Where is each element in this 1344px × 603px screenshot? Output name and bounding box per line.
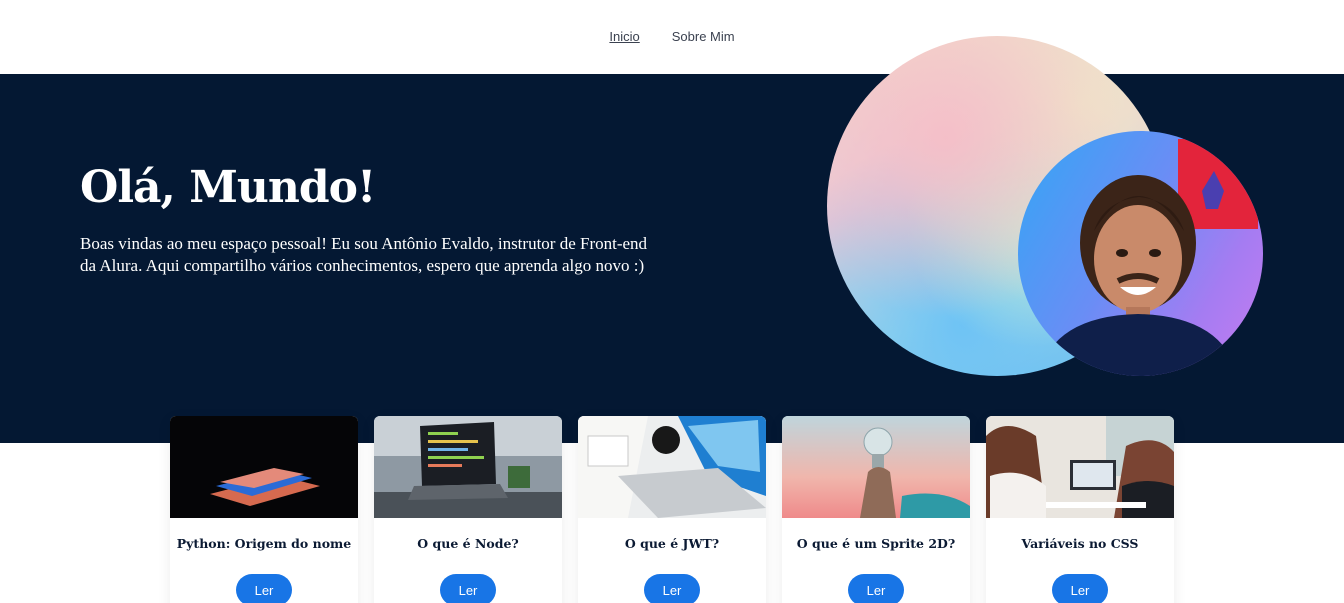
profile-photo-illustration [1038,139,1258,376]
laptop-dark-image [170,416,358,518]
hero-description: Boas vindas ao meu espaço pessoal! Eu so… [80,234,648,275]
card-title: O que é JWT? [624,536,720,551]
card-title: O que é Node? [417,536,519,551]
code-laptop-image [374,416,562,518]
article-card: Variáveis no CSS Ler [986,416,1174,603]
nav-link-inicio[interactable]: Inicio [609,29,639,44]
nav-link-sobre-mim[interactable]: Sobre Mim [672,29,735,44]
read-button[interactable]: Ler [440,574,496,603]
article-card: O que é um Sprite 2D? Ler [782,416,970,603]
profile-photo [1018,131,1263,376]
lightbulb-image [782,416,970,518]
people-laptop-image [986,416,1174,518]
desk-laptop-image [578,416,766,518]
article-card: O que é Node? Ler [374,416,562,603]
card-title: Variáveis no CSS [1021,536,1139,551]
read-button[interactable]: Ler [1052,574,1108,603]
top-nav: Inicio Sobre Mim [0,0,1344,74]
article-card: O que é JWT? Ler [578,416,766,603]
card-title: Python: Origem do nome [176,536,352,551]
read-button[interactable]: Ler [236,574,292,603]
read-button[interactable]: Ler [848,574,904,603]
card-title: O que é um Sprite 2D? [796,536,956,551]
article-card: Python: Origem do nome Ler [170,416,358,603]
hero-title: Olá, Mundo! [80,162,376,213]
article-cards: Python: Origem do nome Ler O que é Node?… [170,416,1174,603]
read-button[interactable]: Ler [644,574,700,603]
